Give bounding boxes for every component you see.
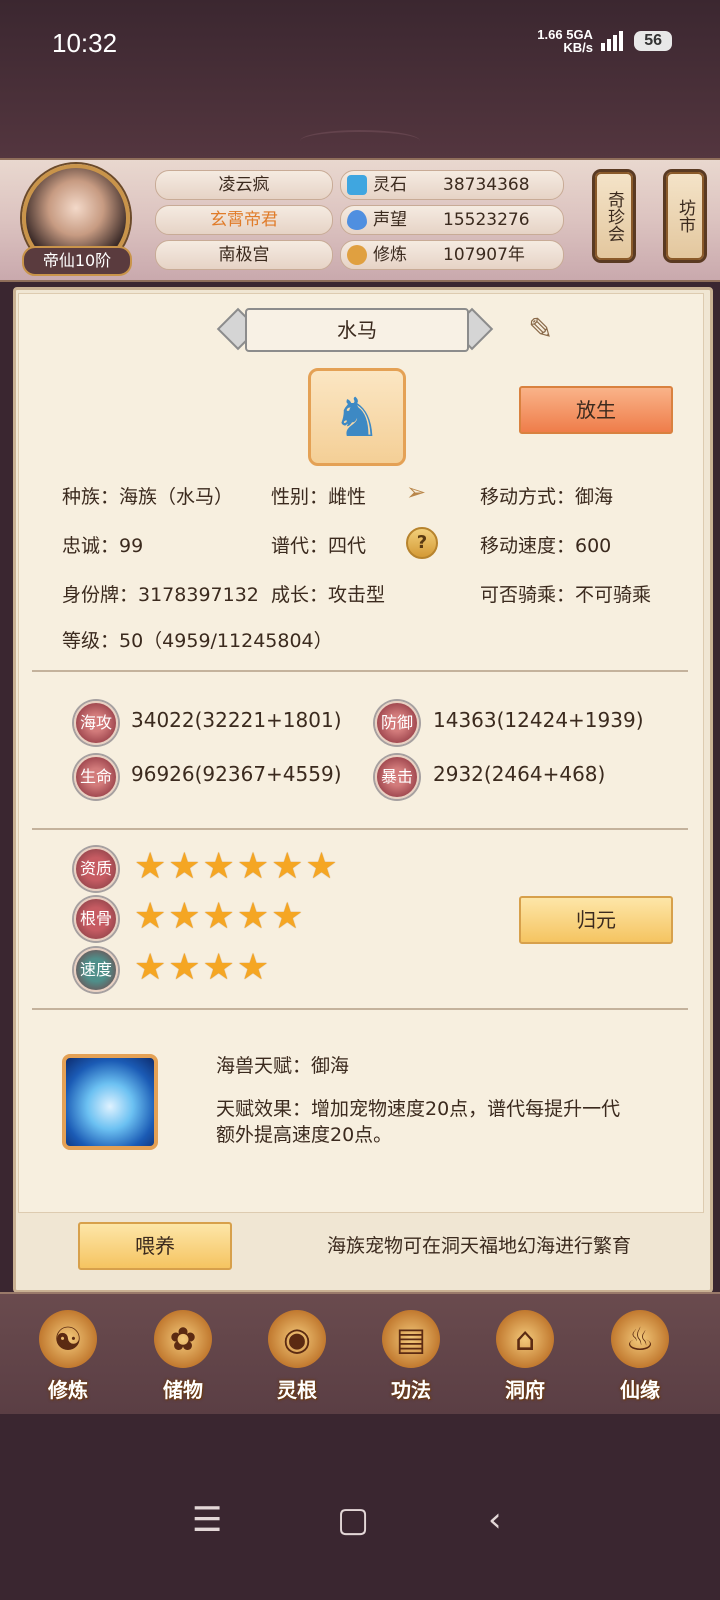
- stat-badge: 生命: [74, 755, 118, 799]
- player-sect: 南极宫: [155, 240, 333, 270]
- resource-reputation: 声望 15523276: [340, 205, 564, 235]
- return-origin-button[interactable]: 归元: [519, 896, 673, 944]
- battery-icon: 56: [634, 31, 672, 51]
- stat-badge: 海攻: [74, 701, 118, 745]
- net-speed-unit: KB/s: [563, 40, 593, 55]
- pet-race: 种族：海族（水马）: [62, 486, 234, 508]
- book-icon: ▤: [382, 1310, 440, 1368]
- quality-badge-speed: 速度: [74, 948, 118, 992]
- pet-move-mode: 移动方式：御海: [480, 486, 614, 508]
- pet-codex-icon[interactable]: ✎: [528, 312, 572, 348]
- back-icon[interactable]: ‹: [488, 1500, 502, 1540]
- nav-cave-abode[interactable]: ⌂ 洞府: [475, 1300, 575, 1410]
- breeding-hint: 海族宠物可在洞天福地幻海进行繁育: [327, 1235, 632, 1257]
- stat-value: 2932(2464+468): [433, 762, 606, 786]
- stat-value: 96926(92367+4559): [131, 762, 342, 786]
- section-divider: [32, 1008, 688, 1010]
- nav-spirit-root[interactable]: ◉ 灵根: [247, 1300, 347, 1410]
- help-icon[interactable]: ?: [406, 527, 438, 559]
- resource-value: 15523276: [443, 210, 530, 230]
- nav-cultivate[interactable]: ☯ 修炼: [18, 1300, 118, 1410]
- pet-generation: 谱代：四代: [271, 535, 367, 557]
- resource-value: 38734368: [443, 175, 530, 195]
- nav-fate[interactable]: ♨ 仙缘: [590, 1300, 690, 1410]
- resource-label: 灵石: [373, 175, 407, 195]
- bone-stars: ★★★★★: [134, 896, 306, 937]
- meditation-icon: [347, 245, 367, 265]
- resource-cultivation: 修炼 107907年: [340, 240, 564, 270]
- aptitude-stars: ★★★★★★: [134, 846, 340, 887]
- pet-gender: 性别：雌性: [271, 486, 367, 508]
- pet-move-speed: 移动速度：600: [480, 535, 612, 557]
- stat-badge: 防御: [375, 701, 419, 745]
- status-indicators: 1.66 5GA KB/s 56: [537, 28, 672, 54]
- stat-value: 34022(32221+1801): [131, 708, 342, 732]
- quality-badge-bone: 根骨: [74, 897, 118, 941]
- nav-label: 修炼: [48, 1378, 88, 1402]
- nav-techniques[interactable]: ▤ 功法: [361, 1300, 461, 1410]
- gender-switch-icon[interactable]: ➢: [406, 478, 426, 506]
- talent-wave-icon[interactable]: [62, 1054, 158, 1150]
- header-ornament: [300, 130, 420, 152]
- resource-spirit-stone: 灵石 38734368: [340, 170, 564, 200]
- resource-label: 声望: [373, 210, 407, 230]
- talent-name: 海兽天赋：御海: [216, 1055, 350, 1077]
- nav-label: 仙缘: [620, 1378, 660, 1402]
- seahorse-icon: ♞: [332, 385, 382, 449]
- market-button[interactable]: 坊市: [666, 172, 704, 260]
- player-rank: 帝仙10阶: [22, 246, 132, 276]
- release-button[interactable]: 放生: [519, 386, 673, 434]
- resource-label: 修炼: [373, 245, 407, 265]
- pet-level: 等级：50（4959/11245804）: [62, 630, 333, 652]
- treasure-fair-button[interactable]: 奇珍会: [595, 172, 633, 260]
- network-speed: 1.66 5GA KB/s: [537, 28, 593, 54]
- spirit-stone-icon: [347, 175, 367, 195]
- nav-label: 功法: [391, 1378, 431, 1402]
- pet-portrait[interactable]: ♞: [308, 368, 406, 466]
- section-divider: [32, 828, 688, 830]
- nav-label: 洞府: [505, 1378, 545, 1402]
- monk-icon: ☯: [39, 1310, 97, 1368]
- quality-badge-aptitude: 资质: [74, 847, 118, 891]
- pet-name: 水马: [245, 308, 469, 352]
- reputation-icon: [347, 210, 367, 230]
- pet-id-tag: 身份牌：3178397132: [62, 584, 259, 606]
- signal-icon: [600, 31, 625, 51]
- resource-value: 107907年: [443, 245, 525, 265]
- recents-icon[interactable]: ☰: [192, 1500, 222, 1540]
- spirit-root-icon: ◉: [268, 1310, 326, 1368]
- speed-stars: ★★★★: [134, 947, 272, 988]
- nav-label: 储物: [163, 1378, 203, 1402]
- status-time: 10:32: [52, 28, 118, 58]
- stat-value: 14363(12424+1939): [433, 708, 644, 732]
- stat-badge: 暴击: [375, 755, 419, 799]
- gourd-icon: ♨: [611, 1310, 669, 1368]
- pet-rideable: 可否骑乘：不可骑乘: [480, 584, 652, 606]
- pet-name-plate: 水马: [215, 307, 495, 352]
- talent-effect: 天赋效果：增加宠物速度20点，谱代每提升一代额外提高速度20点。: [216, 1098, 621, 1146]
- palace-icon: ⌂: [496, 1310, 554, 1368]
- pet-loyalty: 忠诚：99: [62, 535, 144, 557]
- home-icon[interactable]: ▢: [337, 1500, 369, 1540]
- player-title: 玄霄帝君: [155, 205, 333, 235]
- nav-storage[interactable]: ✿ 储物: [133, 1300, 233, 1410]
- pet-growth: 成长：攻击型: [271, 584, 386, 606]
- nav-label: 灵根: [277, 1378, 317, 1402]
- player-name: 凌云疯: [155, 170, 333, 200]
- bag-icon: ✿: [154, 1310, 212, 1368]
- net-speed-value: 1.66: [537, 27, 563, 42]
- section-divider: [32, 670, 688, 672]
- feed-button[interactable]: 喂养: [78, 1222, 232, 1270]
